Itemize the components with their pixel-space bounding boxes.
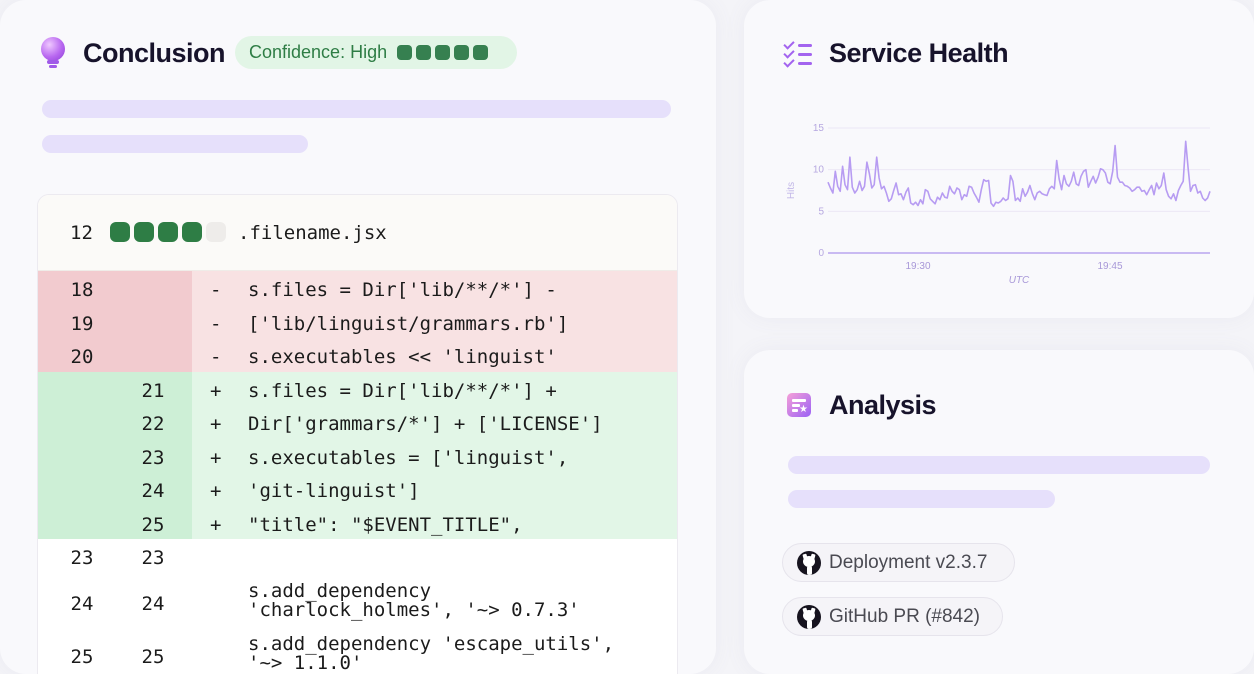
- diff-row-deleted: 20 - s.executables << 'linguist': [38, 338, 677, 372]
- diff-row-context: 25 25 s.add_dependency 'escape_utils', '~>…: [38, 626, 677, 674]
- confidence-dot: [397, 45, 413, 60]
- diff-rows: 18 - s.files = Dir['lib/**/*'] - 19 - ['lib/l…: [38, 271, 677, 674]
- diff-filename[interactable]: .filename.jsx: [238, 222, 387, 244]
- x-axis-label: UTC: [1009, 275, 1030, 286]
- deployment-chip[interactable]: Deployment v2.3.7: [782, 543, 1015, 582]
- confidence-dot: [416, 45, 432, 60]
- diff-sign: -: [210, 312, 222, 335]
- new-line-number: 23: [141, 446, 165, 469]
- confidence-label: Confidence: High: [249, 42, 388, 62]
- new-line-number: 25: [141, 645, 165, 668]
- new-line-number: 21: [141, 379, 165, 402]
- old-line-number: 25: [70, 645, 94, 668]
- y-axis-label: Hits: [786, 182, 797, 199]
- new-line-number: 22: [141, 413, 165, 435]
- old-line-number: 20: [70, 346, 94, 368]
- lightbulb-icon: [40, 36, 66, 70]
- diff-row-deleted: 19 - ['lib/linguist/grammars.rb']: [38, 304, 677, 338]
- diff-row-deleted: 18 - s.files = Dir['lib/**/*'] -: [38, 271, 677, 305]
- analysis-icon: ★: [787, 393, 811, 417]
- diff-score-dot: [134, 222, 154, 242]
- chip-label: Deployment v2.3.7: [829, 551, 988, 573]
- service-health-title: Service Health: [829, 38, 1009, 68]
- diff-row-added: 21 + s.files = Dir['lib/**/*'] +: [38, 371, 677, 405]
- code-line: s.add_dependency 'charlock_holmes', '~> …: [248, 579, 580, 621]
- conclusion-card: Conclusion Confidence: High 12 .filename…: [0, 0, 716, 674]
- y-tick-label: 15: [813, 123, 825, 134]
- code-line: s.executables = ['linguist',: [248, 446, 569, 469]
- diff-sign: +: [210, 513, 222, 536]
- diff-score-dot: [206, 222, 226, 242]
- old-line-number: 19: [70, 312, 94, 335]
- diff-row-added: 22 + Dir['grammars/*'] + ['LICENSE']: [38, 405, 677, 439]
- diff-score-dot: [158, 222, 178, 242]
- y-tick-label: 5: [818, 206, 824, 217]
- confidence-meter: [397, 45, 489, 60]
- diff-header: 12 .filename.jsx: [38, 195, 677, 271]
- diff-row-added: 25 + "title": "$EVENT_TITLE",: [38, 505, 677, 539]
- new-line-number: 24: [141, 592, 165, 615]
- old-line-number: 23: [70, 547, 94, 569]
- diff-sign: +: [210, 413, 222, 435]
- diff-sign: +: [210, 379, 222, 402]
- diff-row-context: 23 23: [38, 539, 677, 573]
- diff-score-dot: [110, 222, 130, 242]
- diff-sign: +: [210, 446, 222, 469]
- diff-score-dot: [182, 222, 202, 242]
- text-placeholder-line: [788, 490, 1055, 508]
- code-line: 'git-linguist']: [248, 480, 420, 502]
- chip-label: GitHub PR (#842): [829, 605, 981, 627]
- new-line-number: 24: [141, 480, 165, 502]
- github-icon: [797, 550, 821, 575]
- diff-change-count: 12: [70, 222, 93, 244]
- diff-row-added: 24 + 'git-linguist']: [38, 472, 677, 506]
- new-line-number: 23: [141, 547, 165, 569]
- analysis-title: Analysis: [829, 390, 937, 420]
- github-icon: [797, 604, 821, 629]
- hits-series-line: [827, 140, 1211, 208]
- code-line: "title": "$EVENT_TITLE",: [248, 513, 523, 536]
- code-diff: 12 .filename.jsx 18 - s.files = Dir['lib/*…: [37, 194, 678, 674]
- code-line: s.files = Dir['lib/**/*'] -: [248, 279, 557, 301]
- diff-sign: -: [210, 346, 222, 368]
- text-placeholder-line: [42, 135, 308, 153]
- y-tick-label: 0: [818, 248, 824, 259]
- diff-row-added: 23 + s.executables = ['linguist',: [38, 438, 677, 472]
- github-pr-chip[interactable]: GitHub PR (#842): [782, 597, 1003, 636]
- hits-line-chart: 0 5 10 15 19:30 19:45 UTC Hits: [786, 123, 1211, 286]
- y-tick-label: 10: [813, 165, 825, 176]
- code-line: s.files = Dir['lib/**/*'] +: [248, 379, 557, 402]
- old-line-number: 24: [70, 592, 94, 615]
- text-placeholder-line: [42, 100, 671, 118]
- confidence-badge: Confidence: High: [235, 36, 517, 69]
- conclusion-title: Conclusion: [83, 38, 226, 68]
- checklist-icon: [783, 38, 814, 68]
- confidence-dot: [454, 45, 470, 60]
- diff-sign: +: [210, 480, 222, 502]
- text-placeholder-line: [788, 456, 1210, 474]
- confidence-dot: [435, 45, 451, 60]
- diff-row-context: 24 24 s.add_dependency 'charlock_holmes', …: [38, 573, 677, 626]
- code-line: ['lib/linguist/grammars.rb']: [248, 312, 569, 335]
- code-line: s.add_dependency 'escape_utils', '~> 1.1…: [248, 632, 615, 674]
- confidence-dot: [473, 45, 489, 60]
- old-line-number: 18: [70, 279, 94, 301]
- x-tick-label: 19:45: [1097, 261, 1122, 272]
- code-line: s.executables << 'linguist': [248, 346, 557, 368]
- x-tick-label: 19:30: [905, 261, 930, 272]
- code-line: Dir['grammars/*'] + ['LICENSE']: [248, 413, 603, 435]
- diff-score-meter: [110, 222, 226, 242]
- diff-sign: -: [210, 279, 222, 301]
- new-line-number: 25: [141, 513, 165, 536]
